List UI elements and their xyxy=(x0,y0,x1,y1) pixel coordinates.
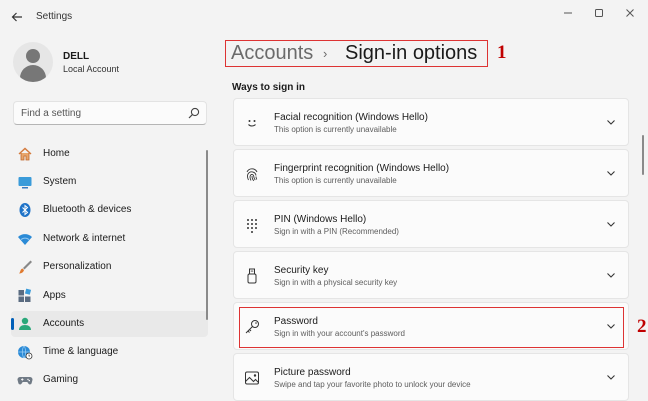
maximize-icon xyxy=(595,9,603,17)
annotation-marker-2: 2 xyxy=(637,316,647,337)
avatar-body xyxy=(20,65,46,82)
option-title: Picture password xyxy=(274,367,351,378)
home-icon xyxy=(18,147,32,161)
content-scrollbar[interactable] xyxy=(642,135,644,175)
nav-label: Gaming xyxy=(43,374,79,385)
brush-icon xyxy=(19,260,32,274)
picture-icon xyxy=(245,371,259,385)
option-subtitle: This option is currently unavailable xyxy=(274,125,397,134)
annotation-marker-1: 1 xyxy=(497,42,507,63)
option-title: Fingerprint recognition (Windows Hello) xyxy=(274,163,450,174)
chevron-down-icon[interactable] xyxy=(606,270,616,280)
breadcrumb-parent[interactable]: Accounts xyxy=(231,42,313,65)
nav-label: Personalization xyxy=(43,261,112,272)
nav-item-system[interactable]: System xyxy=(11,169,208,195)
user-name: DELL xyxy=(63,51,90,62)
search-icon[interactable] xyxy=(188,107,200,119)
nav-item-home[interactable]: Home xyxy=(11,141,208,167)
nav-item-bluetooth[interactable]: Bluetooth & devices xyxy=(11,197,208,223)
usb-key-icon xyxy=(247,268,257,284)
accounts-icon xyxy=(19,317,31,330)
avatar[interactable] xyxy=(13,42,53,82)
chevron-down-icon[interactable] xyxy=(606,117,616,127)
option-fingerprint[interactable]: Fingerprint recognition (Windows Hello) … xyxy=(233,149,629,197)
minimize-icon xyxy=(564,12,572,14)
option-picture-password[interactable]: Picture password Swipe and tap your favo… xyxy=(233,353,629,401)
avatar-head xyxy=(26,49,40,63)
option-subtitle: This option is currently unavailable xyxy=(274,176,397,185)
active-indicator xyxy=(11,318,14,330)
minimize-button[interactable] xyxy=(553,4,583,22)
nav-item-apps[interactable]: Apps xyxy=(11,283,208,309)
nav-label: Bluetooth & devices xyxy=(43,204,132,215)
system-icon xyxy=(18,177,32,189)
gamepad-icon xyxy=(17,377,33,385)
chevron-down-icon[interactable] xyxy=(606,219,616,229)
nav-label: Home xyxy=(43,148,70,159)
apps-icon xyxy=(18,288,32,302)
chevron-down-icon[interactable] xyxy=(606,168,616,178)
nav-item-network[interactable]: Network & internet xyxy=(11,226,208,252)
back-arrow-icon xyxy=(11,12,22,22)
maximize-button[interactable] xyxy=(584,4,614,22)
account-type: Local Account xyxy=(63,64,120,74)
nav-scrollbar[interactable] xyxy=(206,150,208,320)
fingerprint-icon xyxy=(246,168,258,182)
chevron-down-icon[interactable] xyxy=(606,372,616,382)
nav-item-time-language[interactable]: Time & language xyxy=(11,339,208,365)
option-subtitle: Sign in with a physical security key xyxy=(274,278,398,287)
breadcrumb-separator: › xyxy=(323,46,328,61)
nav-item-personalization[interactable]: Personalization xyxy=(11,254,208,280)
app-title: Settings xyxy=(36,11,73,22)
face-icon xyxy=(248,120,256,127)
option-title: Facial recognition (Windows Hello) xyxy=(274,112,428,123)
nav-label: Time & language xyxy=(43,346,119,357)
option-title: PIN (Windows Hello) xyxy=(274,214,367,225)
pin-keypad-icon xyxy=(247,219,257,233)
option-title: Security key xyxy=(274,265,329,276)
bluetooth-icon xyxy=(19,203,31,217)
search-box[interactable] xyxy=(13,101,207,125)
option-facial-recognition[interactable]: Facial recognition (Windows Hello) This … xyxy=(233,98,629,146)
option-subtitle: Sign in with a PIN (Recommended) xyxy=(274,227,399,236)
option-subtitle: Swipe and tap your favorite photo to unl… xyxy=(274,380,471,389)
close-icon xyxy=(626,9,634,17)
nav-item-gaming[interactable]: Gaming xyxy=(11,367,208,393)
globe-clock-icon xyxy=(18,345,33,360)
search-input[interactable] xyxy=(14,102,191,124)
page-title: Sign-in options xyxy=(345,42,478,64)
nav-label: Apps xyxy=(43,290,66,301)
nav-label: System xyxy=(43,176,77,187)
close-button[interactable] xyxy=(615,4,645,22)
nav-label: Network & internet xyxy=(43,233,126,244)
nav-label: Accounts xyxy=(43,318,85,329)
wifi-icon xyxy=(18,234,32,245)
nav-item-accounts[interactable]: Accounts xyxy=(11,311,208,337)
option-security-key[interactable]: Security key Sign in with a physical sec… xyxy=(233,251,629,299)
password-highlight-box xyxy=(239,307,624,348)
option-pin[interactable]: PIN (Windows Hello) Sign in with a PIN (… xyxy=(233,200,629,248)
section-title: Ways to sign in xyxy=(232,82,305,93)
back-button[interactable] xyxy=(6,6,28,28)
